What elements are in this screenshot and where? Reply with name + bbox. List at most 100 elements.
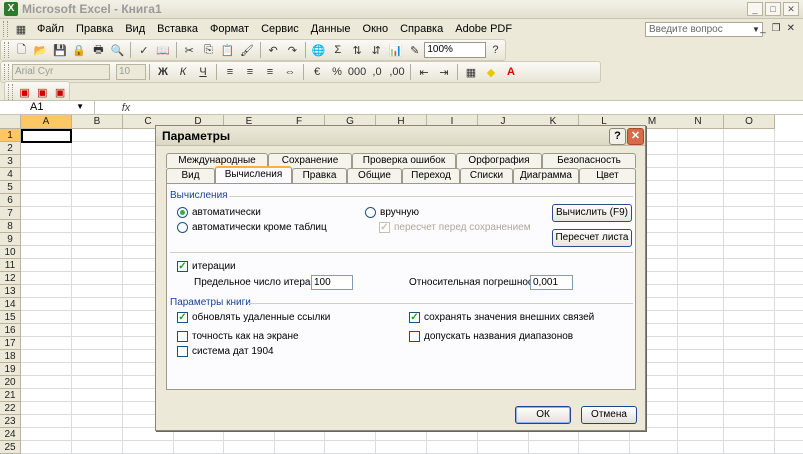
calculate-now-button[interactable]: Вычислить (F9) bbox=[552, 204, 632, 222]
copy-icon[interactable]: ⎘ bbox=[200, 41, 217, 59]
tab-edit[interactable]: Правка bbox=[292, 168, 347, 183]
align-left-icon[interactable]: ≡ bbox=[221, 63, 239, 81]
zoom-select[interactable]: 100% bbox=[424, 42, 486, 58]
row-header-3[interactable]: 3 bbox=[0, 155, 21, 168]
save-external-links-option[interactable]: ✓ сохранять значения внешних связей bbox=[409, 312, 594, 323]
sort-ascending-icon[interactable]: ⇅ bbox=[348, 41, 365, 59]
borders-icon[interactable]: ▦ bbox=[462, 63, 480, 81]
precision-as-displayed-option[interactable]: точность как на экране bbox=[177, 331, 299, 342]
save-icon[interactable]: 💾 bbox=[51, 41, 68, 59]
row-header-2[interactable]: 2 bbox=[0, 142, 21, 155]
align-center-icon[interactable]: ≡ bbox=[241, 63, 259, 81]
open-icon[interactable]: 📂 bbox=[32, 41, 49, 59]
row-header-21[interactable]: 21 bbox=[0, 389, 21, 402]
menu-file[interactable]: Файл bbox=[31, 19, 70, 39]
print-preview-icon[interactable]: 🔍 bbox=[109, 41, 126, 59]
tab-general[interactable]: Общие bbox=[347, 168, 402, 183]
underline-icon[interactable]: Ч bbox=[194, 63, 212, 81]
format-painter-icon[interactable]: 🖌 bbox=[238, 41, 255, 59]
menu-data[interactable]: Данные bbox=[305, 19, 357, 39]
column-header-N[interactable]: N bbox=[673, 115, 724, 129]
select-all-corner[interactable] bbox=[0, 115, 21, 129]
font-name-select[interactable]: Arial Cyr bbox=[12, 64, 110, 80]
calc-automatic-except-tables-option[interactable]: автоматически кроме таблиц bbox=[177, 222, 327, 233]
menu-format[interactable]: Формат bbox=[204, 19, 255, 39]
pdf-review-icon[interactable]: ▣ bbox=[52, 83, 68, 101]
row-header-18[interactable]: 18 bbox=[0, 350, 21, 363]
menu-view[interactable]: Вид bbox=[119, 19, 151, 39]
increase-indent-icon[interactable]: ⇥ bbox=[435, 63, 453, 81]
toolbar-grip[interactable] bbox=[4, 64, 9, 80]
decrease-decimal-icon[interactable]: ,00 bbox=[388, 63, 406, 81]
calc-automatic-option[interactable]: автоматически bbox=[177, 207, 261, 218]
date-1904-checkbox[interactable] bbox=[177, 346, 188, 357]
increase-decimal-icon[interactable]: ,0 bbox=[368, 63, 386, 81]
tab-color[interactable]: Цвет bbox=[579, 168, 636, 183]
save-external-links-checkbox[interactable]: ✓ bbox=[409, 312, 420, 323]
row-header-11[interactable]: 11 bbox=[0, 259, 21, 272]
tab-view[interactable]: Вид bbox=[166, 168, 215, 183]
row-header-17[interactable]: 17 bbox=[0, 337, 21, 350]
calc-manual-option[interactable]: вручную bbox=[365, 207, 419, 218]
workbook-close-icon[interactable]: ✕ bbox=[787, 23, 795, 34]
update-links-option[interactable]: ✓ обновлять удаленные ссылки bbox=[177, 312, 330, 323]
calculate-sheet-button[interactable]: Пересчет листа bbox=[552, 229, 632, 247]
row-header-24[interactable]: 24 bbox=[0, 428, 21, 441]
research-icon[interactable]: 📖 bbox=[154, 41, 171, 59]
minimize-button[interactable]: _ bbox=[747, 2, 763, 16]
radio-manual[interactable] bbox=[365, 207, 376, 218]
cut-icon[interactable]: ✂ bbox=[181, 41, 198, 59]
menu-adobe-pdf[interactable]: Adobe PDF bbox=[449, 19, 518, 39]
maximize-button[interactable]: □ bbox=[765, 2, 781, 16]
row-header-19[interactable]: 19 bbox=[0, 363, 21, 376]
row-header-8[interactable]: 8 bbox=[0, 220, 21, 233]
tab-lists[interactable]: Списки bbox=[460, 168, 513, 183]
help-icon[interactable]: ? bbox=[487, 41, 504, 59]
row-header-12[interactable]: 12 bbox=[0, 272, 21, 285]
tab-calculation[interactable]: Вычисления bbox=[215, 166, 292, 183]
paste-icon[interactable]: 📋 bbox=[219, 41, 236, 59]
new-icon[interactable]: 🗋 bbox=[13, 41, 30, 59]
merge-center-icon[interactable]: ⇔ bbox=[281, 63, 299, 81]
menu-help[interactable]: Справка bbox=[394, 19, 449, 39]
name-box[interactable]: A1 ▼ bbox=[0, 100, 95, 115]
active-cell-A1[interactable] bbox=[21, 129, 72, 143]
max-iterations-input[interactable]: 100 bbox=[311, 275, 353, 290]
row-header-7[interactable]: 7 bbox=[0, 207, 21, 220]
undo-icon[interactable]: ↶ bbox=[265, 41, 282, 59]
row-header-9[interactable]: 9 bbox=[0, 233, 21, 246]
tab-chart[interactable]: Диаграмма bbox=[513, 168, 579, 183]
close-button[interactable]: ✕ bbox=[783, 2, 799, 16]
column-header-A[interactable]: A bbox=[21, 115, 72, 129]
cancel-button[interactable]: Отмена bbox=[581, 406, 637, 424]
font-color-icon[interactable]: A bbox=[502, 63, 520, 81]
tab-security[interactable]: Безопасность bbox=[542, 153, 636, 168]
toolbar-grip[interactable] bbox=[8, 84, 13, 100]
tab-error-checking[interactable]: Проверка ошибок bbox=[352, 153, 456, 168]
percent-icon[interactable]: % bbox=[328, 63, 346, 81]
accept-labels-option[interactable]: допускать названия диапазонов bbox=[409, 331, 573, 342]
decrease-indent-icon[interactable]: ⇤ bbox=[415, 63, 433, 81]
autosum-icon[interactable]: Σ bbox=[329, 41, 346, 59]
menu-insert[interactable]: Вставка bbox=[151, 19, 204, 39]
bold-icon[interactable]: Ж bbox=[154, 63, 172, 81]
currency-icon[interactable]: € bbox=[308, 63, 326, 81]
toolbar-grip[interactable] bbox=[4, 42, 9, 58]
precision-as-displayed-checkbox[interactable] bbox=[177, 331, 188, 342]
permission-icon[interactable]: 🔒 bbox=[71, 41, 88, 59]
column-header-O[interactable]: O bbox=[724, 115, 775, 129]
name-box-dropdown-icon[interactable]: ▼ bbox=[76, 100, 84, 114]
row-header-16[interactable]: 16 bbox=[0, 324, 21, 337]
date-1904-option[interactable]: система дат 1904 bbox=[177, 346, 274, 357]
accept-labels-checkbox[interactable] bbox=[409, 331, 420, 342]
row-header-6[interactable]: 6 bbox=[0, 194, 21, 207]
workbook-icon[interactable]: ▦ bbox=[12, 20, 30, 38]
chart-wizard-icon[interactable]: 📊 bbox=[387, 41, 404, 59]
dialog-close-button[interactable]: ✕ bbox=[627, 128, 644, 145]
workbook-restore-icon[interactable]: ❐ bbox=[772, 23, 781, 34]
ok-button[interactable]: ОК bbox=[515, 406, 571, 424]
font-size-select[interactable]: 10 bbox=[116, 64, 146, 80]
menu-edit[interactable]: Правка bbox=[70, 19, 119, 39]
redo-icon[interactable]: ↷ bbox=[284, 41, 301, 59]
tab-transition[interactable]: Переход bbox=[402, 168, 460, 183]
